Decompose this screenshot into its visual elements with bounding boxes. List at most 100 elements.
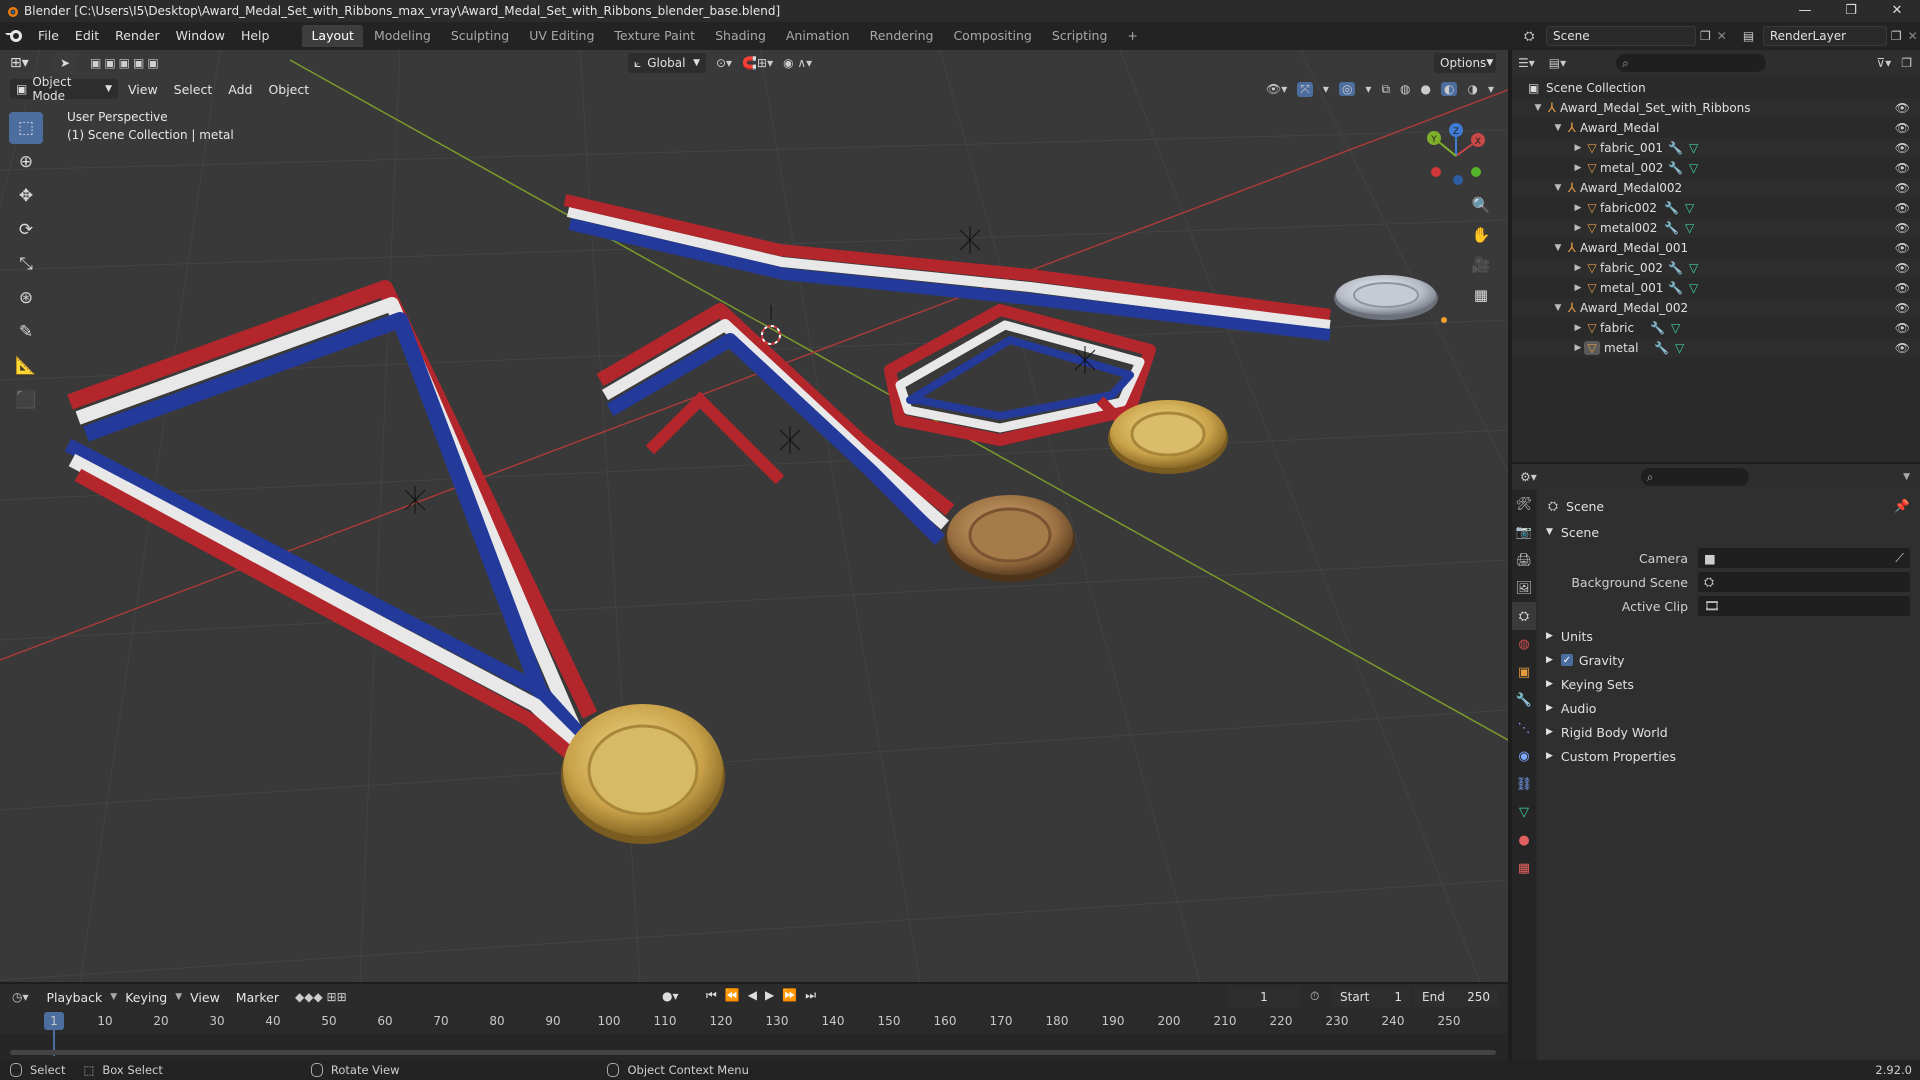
units-panel-header[interactable]: ▶ Units xyxy=(1538,624,1920,648)
eye-icon[interactable]: 👁 xyxy=(1895,281,1910,295)
menu-view[interactable]: View xyxy=(182,990,228,1005)
expand-arrow-icon[interactable]: ▼ xyxy=(1552,123,1564,133)
camera-view-icon[interactable]: 🎥 xyxy=(1468,252,1494,278)
menu-marker[interactable]: Marker xyxy=(228,990,287,1005)
options-dropdown[interactable]: Options ▼ xyxy=(1434,53,1496,73)
gizmo-dropdown-icon[interactable]: ▾ xyxy=(1323,82,1329,96)
outliner-row[interactable]: ▶ ▽ fabric_002 🔧 ▽ 👁 xyxy=(1512,258,1920,278)
eye-icon[interactable]: 👁 xyxy=(1895,101,1910,115)
keying-sets-panel-header[interactable]: ▶ Keying Sets xyxy=(1538,672,1920,696)
outliner-row[interactable]: ▼ ⅄ Award_Medal_Set_with_Ribbons 👁 xyxy=(1512,98,1920,118)
expand-arrow-icon[interactable]: ▶ xyxy=(1572,163,1584,173)
expand-arrow-icon[interactable]: ▶ xyxy=(1572,263,1584,273)
rotate-tool[interactable]: ⟳ xyxy=(9,214,43,246)
menu-playback[interactable]: Playback xyxy=(39,990,111,1005)
render-tab-icon[interactable]: 📷 xyxy=(1512,518,1536,546)
outliner-row[interactable]: ▶ ▽ fabric 🔧 ▽ 👁 xyxy=(1512,318,1920,338)
measure-tool[interactable]: 📐 xyxy=(9,350,43,382)
properties-editor-icon[interactable]: ⚙▾ xyxy=(1520,470,1537,484)
start-frame-field[interactable]: Start 1 xyxy=(1332,987,1410,1007)
visibility-icon[interactable]: 👁▾ xyxy=(1266,82,1287,96)
tool-tab-icon[interactable]: 🛠 xyxy=(1512,490,1536,518)
custom-properties-panel-header[interactable]: ▶ Custom Properties xyxy=(1538,744,1920,768)
scale-tool[interactable]: ⤡ xyxy=(9,248,43,280)
eye-icon[interactable]: 👁 xyxy=(1895,201,1910,215)
outliner-row[interactable]: ▶ ▽ metal_002 🔧 ▽ 👁 xyxy=(1512,158,1920,178)
renderlayer-selector[interactable]: RenderLayer xyxy=(1762,26,1887,46)
end-frame-field[interactable]: End 250 xyxy=(1414,987,1498,1007)
expand-arrow-icon[interactable]: ▶ xyxy=(1572,223,1584,233)
outliner-row-scene-collection[interactable]: ▣ Scene Collection xyxy=(1512,78,1920,98)
shading-dropdown-icon[interactable]: ▾ xyxy=(1488,82,1494,96)
pan-hand-icon[interactable]: ✋ xyxy=(1468,222,1494,248)
minimize-button[interactable]: — xyxy=(1782,0,1828,22)
menu-render[interactable]: Render xyxy=(107,22,168,50)
play-icon[interactable]: ▶ xyxy=(765,988,774,1003)
tab-uv-editing[interactable]: UV Editing xyxy=(520,25,603,47)
jump-end-icon[interactable]: ⏭ xyxy=(805,988,816,1003)
expand-arrow-icon[interactable]: ▶ xyxy=(1572,343,1584,353)
select-box-tool[interactable]: ⬚ xyxy=(9,112,43,144)
overlays-icon[interactable]: ◎ xyxy=(1338,82,1356,96)
background-scene-field[interactable]: ⛭ xyxy=(1698,572,1910,592)
scene-tab-icon[interactable]: ⛭ xyxy=(1512,602,1536,630)
outliner-search-input[interactable]: ⌕ xyxy=(1616,54,1767,72)
new-scene-icon[interactable]: ❐ xyxy=(1700,29,1711,43)
cursor-tool[interactable]: ⊕ xyxy=(9,146,43,178)
menu-file[interactable]: File xyxy=(30,22,67,50)
eyedropper-icon[interactable]: ⟋ xyxy=(1895,550,1904,566)
display-mode-icon[interactable]: ▤▾ xyxy=(1549,56,1566,70)
outliner-row[interactable]: ▼ ⅄ Award_Medal_001 👁 xyxy=(1512,238,1920,258)
eye-icon[interactable]: 👁 xyxy=(1895,181,1910,195)
transform-orientation-dropdown[interactable]: ⟀ Global ▼ xyxy=(628,53,706,73)
add-workspace-button[interactable]: + xyxy=(1118,25,1146,47)
constraints-tab-icon[interactable]: ⛓ xyxy=(1512,770,1536,798)
shading-wireframe-icon[interactable]: ◍ xyxy=(1400,82,1410,96)
zoom-icon[interactable]: 🔍 xyxy=(1468,192,1494,218)
tab-shading[interactable]: Shading xyxy=(706,25,775,47)
transform-tool[interactable]: ⊛ xyxy=(9,282,43,314)
expand-arrow-icon[interactable]: ▶ xyxy=(1572,203,1584,213)
delete-scene-icon[interactable]: ✕ xyxy=(1717,29,1727,43)
expand-arrow-icon[interactable]: ▼ xyxy=(1552,243,1564,253)
current-frame-field[interactable]: 1 xyxy=(1228,987,1300,1007)
add-cube-tool[interactable]: ⬛ xyxy=(9,384,43,416)
eye-icon[interactable]: 👁 xyxy=(1895,321,1910,335)
eye-icon[interactable]: 👁 xyxy=(1895,161,1910,175)
menu-keying[interactable]: Keying xyxy=(117,990,175,1005)
active-clip-field[interactable]: 🎞 xyxy=(1698,596,1910,616)
outliner-editor-icon[interactable]: ☰▾ xyxy=(1518,56,1535,70)
tab-sculpting[interactable]: Sculpting xyxy=(442,25,518,47)
menu-select[interactable]: Select xyxy=(166,82,221,97)
properties-options-icon[interactable]: ▼ xyxy=(1903,472,1910,482)
jump-start-icon[interactable]: ⏮ xyxy=(706,988,717,1003)
pivot-icon[interactable]: ⊙▾ xyxy=(716,56,732,70)
rigid-body-world-panel-header[interactable]: ▶ Rigid Body World xyxy=(1538,720,1920,744)
view-layer-tab-icon[interactable]: 🖼 xyxy=(1512,574,1536,602)
expand-arrow-icon[interactable]: ▼ xyxy=(1552,303,1564,313)
outliner-row[interactable]: ▶ ▽ metal_001 🔧 ▽ 👁 xyxy=(1512,278,1920,298)
select-tool-icon[interactable]: ➤ xyxy=(52,52,78,74)
eye-icon[interactable]: 👁 xyxy=(1895,241,1910,255)
camera-field[interactable]: ■ ⟋ xyxy=(1698,548,1910,568)
audio-panel-header[interactable]: ▶ Audio xyxy=(1538,696,1920,720)
annotate-tool[interactable]: ✎ xyxy=(9,316,43,348)
keyframe-icons[interactable]: ◆◆◆ ⊞⊞ xyxy=(295,990,347,1004)
menu-edit[interactable]: Edit xyxy=(67,22,107,50)
eye-icon[interactable]: 👁 xyxy=(1895,141,1910,155)
scene-selector[interactable]: Scene xyxy=(1546,26,1696,46)
tab-animation[interactable]: Animation xyxy=(777,25,859,47)
close-button[interactable]: ✕ xyxy=(1874,0,1920,22)
object-mode-dropdown[interactable]: ▣ Object Mode ▼ xyxy=(10,75,118,103)
expand-arrow-icon[interactable]: ▶ xyxy=(1572,143,1584,153)
outliner-row[interactable]: ▶ ▽ fabric002 🔧 ▽ 👁 xyxy=(1512,198,1920,218)
gravity-panel-header[interactable]: ▶ ✓ Gravity xyxy=(1538,648,1920,672)
menu-add[interactable]: Add xyxy=(220,82,260,97)
select-mode-icons[interactable]: ▣▣▣▣▣ xyxy=(90,56,162,70)
shading-material-icon[interactable]: ◐ xyxy=(1441,82,1458,96)
navigation-gizmo[interactable]: X Z Y xyxy=(1416,116,1496,196)
eye-icon[interactable]: 👁 xyxy=(1895,121,1910,135)
filter-icon[interactable]: ⊽▾ xyxy=(1876,56,1891,70)
properties-search-input[interactable]: ⌕ xyxy=(1640,468,1749,486)
outliner-row[interactable]: ▼ ⅄ Award_Medal002 👁 xyxy=(1512,178,1920,198)
